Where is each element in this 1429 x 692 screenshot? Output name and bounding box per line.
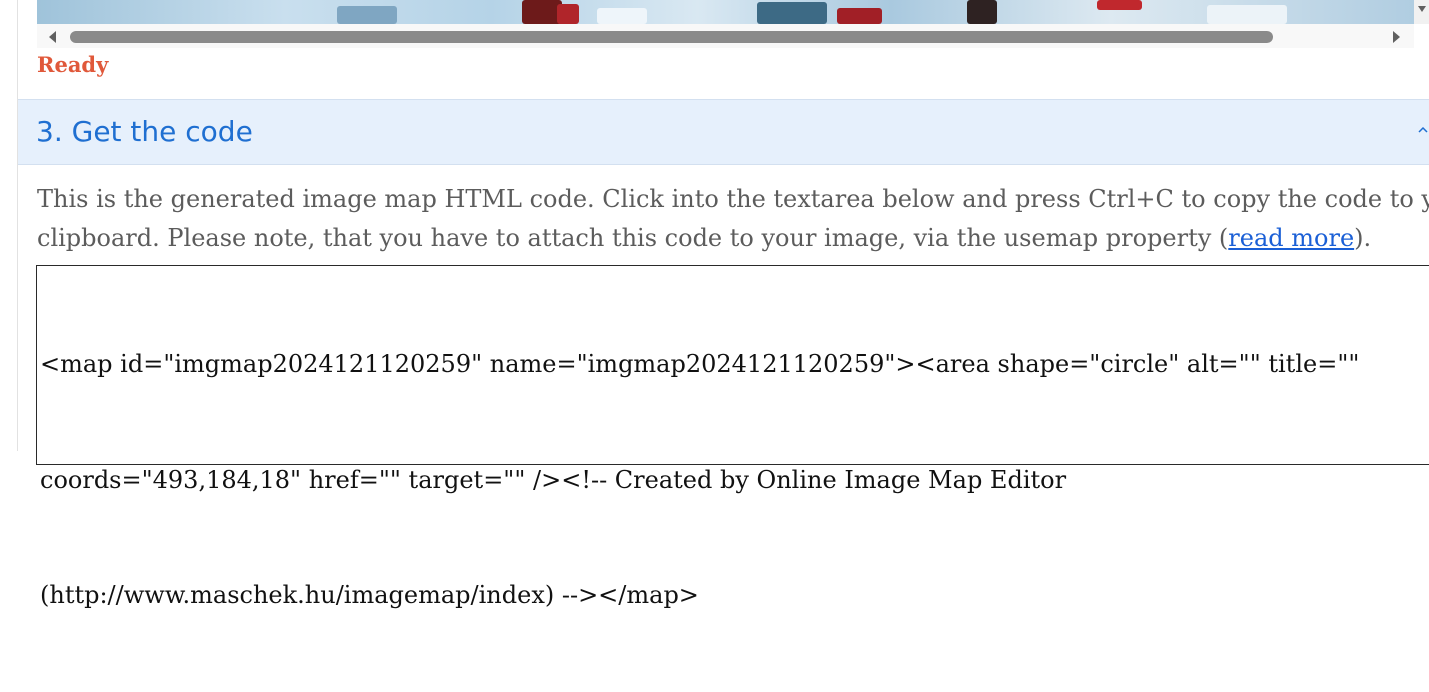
code-line-2: coords="493,184,18" href="" target="" />…	[40, 465, 1067, 494]
code-instructions: This is the generated image map HTML cod…	[37, 180, 1429, 258]
chevron-up-icon[interactable]	[1417, 124, 1429, 136]
read-more-link[interactable]: read more	[1228, 224, 1354, 252]
code-line-3: (http://www.maschek.hu/imagemap/index) -…	[40, 581, 699, 609]
section-title: 3. Get the code	[36, 115, 253, 148]
vertical-scrollbar[interactable]	[1414, 0, 1429, 24]
status-text: Ready	[37, 52, 109, 77]
generated-code[interactable]: <map id="imgmap2024121120259" name="imgm…	[40, 268, 1429, 692]
content-left-border	[17, 0, 18, 451]
scroll-left-arrow-icon[interactable]	[49, 31, 56, 43]
section-header-get-code[interactable]: 3. Get the code	[18, 99, 1429, 165]
instructions-text: clipboard. Please note, that you have to…	[37, 224, 1229, 252]
image-detail	[337, 6, 397, 24]
image-preview[interactable]	[37, 0, 1414, 24]
image-detail	[1097, 0, 1142, 10]
code-textarea[interactable]: <map id="imgmap2024121120259" name="imgm…	[36, 265, 1429, 609]
instructions-line-1: This is the generated image map HTML cod…	[37, 185, 1429, 213]
image-detail	[597, 8, 647, 24]
code-line-1: <map id="imgmap2024121120259" name="imgm…	[40, 350, 1360, 378]
image-detail	[837, 8, 882, 24]
horizontal-scrollbar[interactable]	[37, 24, 1414, 48]
image-detail	[522, 0, 562, 24]
instructions-text-end: ).	[1354, 224, 1372, 252]
image-detail	[757, 2, 827, 24]
scroll-down-arrow-icon[interactable]	[1418, 6, 1426, 12]
image-detail	[967, 0, 997, 24]
instructions-line-2: clipboard. Please note, that you have to…	[37, 219, 1429, 258]
scroll-right-arrow-icon[interactable]	[1393, 31, 1400, 43]
scrollbar-thumb[interactable]	[70, 31, 1273, 43]
image-detail	[1207, 5, 1287, 24]
image-detail	[557, 4, 579, 24]
